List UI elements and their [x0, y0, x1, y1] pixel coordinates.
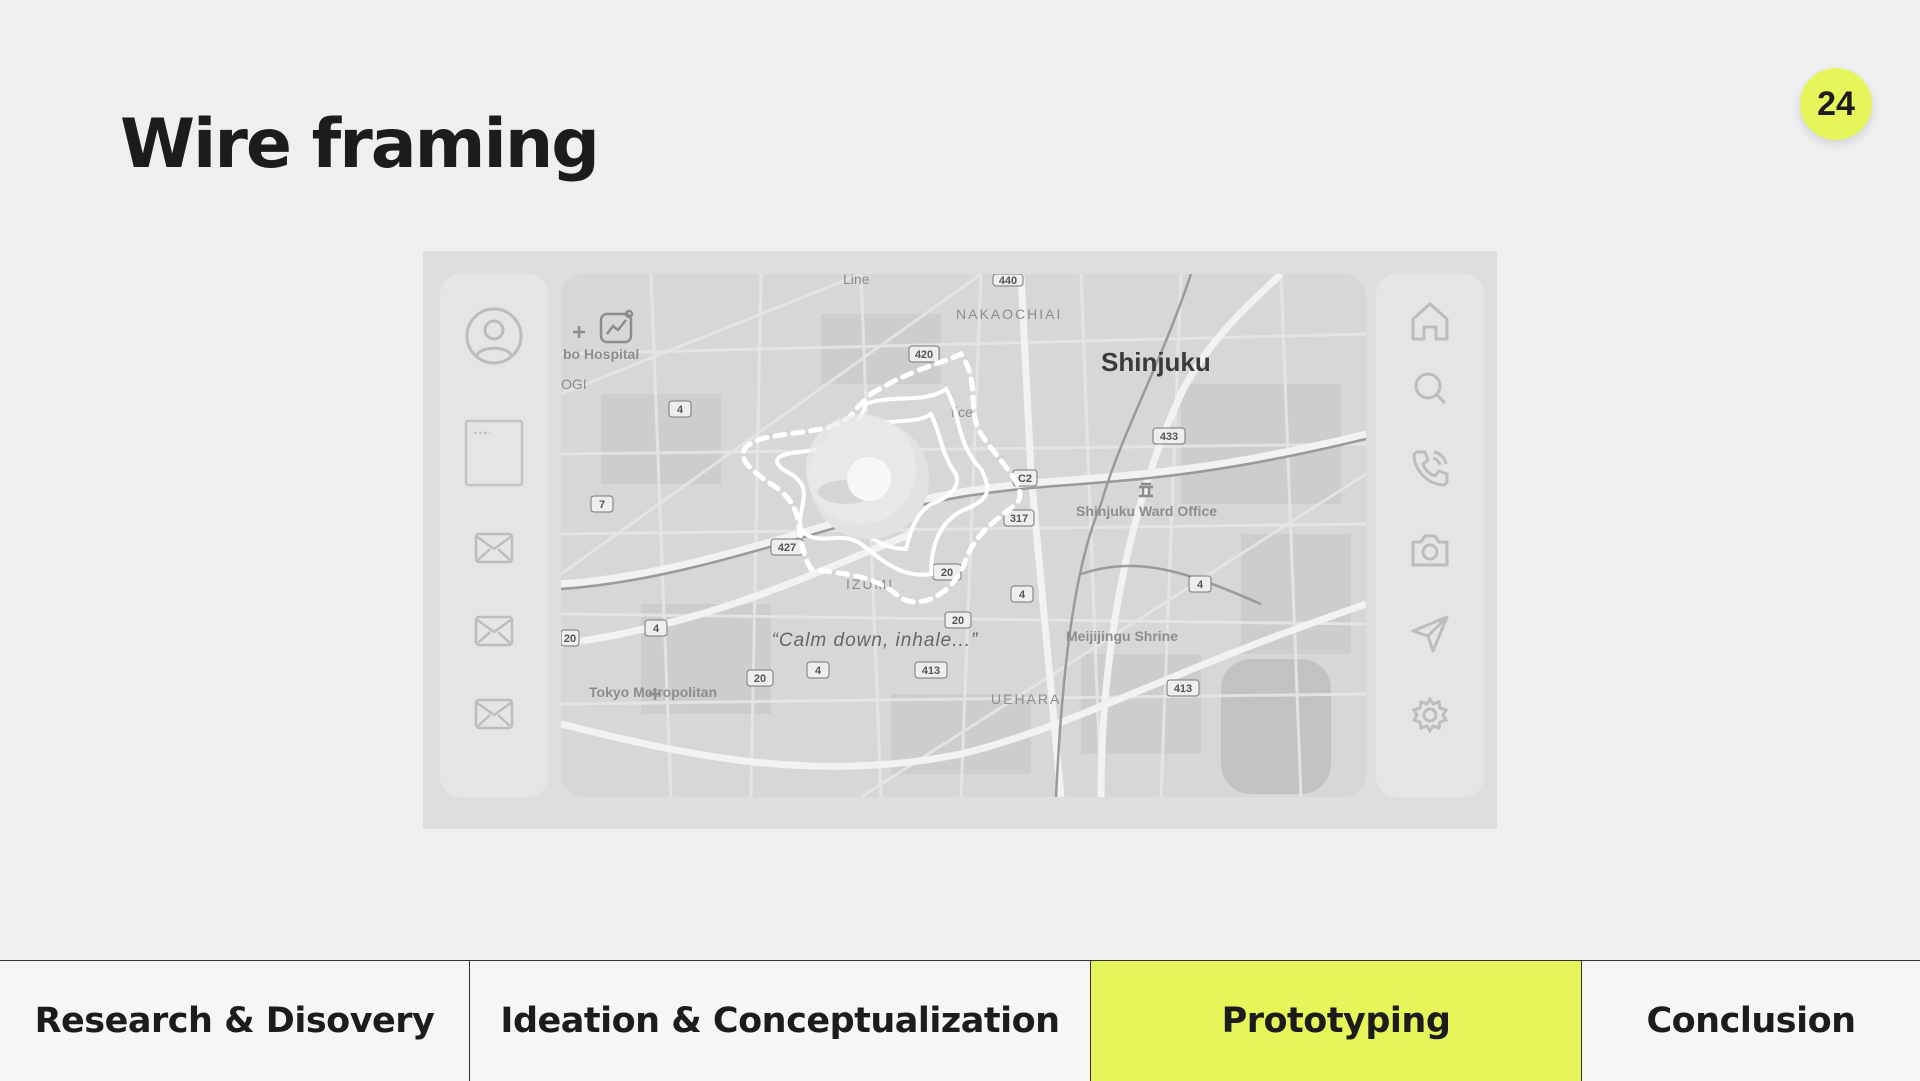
left-sidebar: [440, 274, 548, 797]
svg-text:317: 317: [1010, 513, 1028, 525]
card-icon[interactable]: [440, 419, 548, 487]
page-number-badge: 24: [1800, 68, 1872, 140]
map-label: bo Hospital: [563, 346, 639, 362]
svg-text:7: 7: [599, 499, 605, 511]
svg-text:440: 440: [999, 275, 1017, 287]
svg-text:4: 4: [653, 623, 660, 635]
svg-text:20: 20: [941, 567, 953, 579]
map-label: Tokyo Metropolitan: [589, 684, 717, 700]
map-view[interactable]: Line NAKAOCHIAI bo Hospital OGI fice Shi…: [561, 274, 1366, 797]
svg-text:413: 413: [1174, 683, 1192, 695]
camera-icon[interactable]: [1376, 532, 1484, 568]
mail-icon[interactable]: [440, 615, 548, 647]
search-icon[interactable]: [1376, 370, 1484, 406]
svg-text:4: 4: [1019, 589, 1026, 601]
breathing-caption: “Calm down, inhale...”: [772, 630, 979, 651]
map-label: Line: [843, 274, 870, 287]
map-label: UEHARA: [991, 691, 1061, 707]
park-area: [1221, 659, 1331, 794]
right-sidebar: [1376, 274, 1484, 797]
district-label: Shinjuku: [1101, 347, 1211, 377]
wireframe-mockup: Line NAKAOCHIAI bo Hospital OGI fice Shi…: [423, 251, 1497, 829]
user-icon[interactable]: [440, 306, 548, 366]
svg-text:C2: C2: [1018, 473, 1032, 485]
svg-text:427: 427: [778, 542, 796, 554]
phone-icon[interactable]: [1376, 448, 1484, 488]
svg-text:433: 433: [1160, 431, 1178, 443]
map-label: OGI: [561, 376, 587, 392]
section-tab-bar: Research & Disovery Ideation & Conceptua…: [0, 960, 1920, 1081]
svg-text:4: 4: [815, 665, 822, 677]
gear-icon[interactable]: [1376, 696, 1484, 734]
svg-text:413: 413: [922, 665, 940, 677]
svg-text:20: 20: [754, 673, 766, 685]
svg-text:20: 20: [564, 633, 576, 645]
svg-text:420: 420: [915, 349, 933, 361]
slide-title: Wire framing: [120, 105, 600, 184]
svg-text:4: 4: [677, 404, 684, 416]
mail-icon[interactable]: [440, 532, 548, 564]
map-label: Meijijingu Shrine: [1066, 628, 1178, 644]
tab-ideation[interactable]: Ideation & Conceptualization: [469, 961, 1090, 1081]
home-icon[interactable]: [1376, 299, 1484, 343]
map-label: Shinjuku Ward Office: [1076, 503, 1217, 519]
tab-prototyping[interactable]: Prototyping: [1090, 961, 1581, 1081]
tab-research[interactable]: Research & Disovery: [0, 961, 469, 1081]
svg-text:4: 4: [1197, 579, 1204, 591]
tab-conclusion[interactable]: Conclusion: [1581, 961, 1920, 1081]
mail-icon[interactable]: [440, 698, 548, 730]
send-icon[interactable]: [1376, 614, 1484, 654]
map-label: NAKAOCHIAI: [956, 306, 1062, 322]
svg-text:20: 20: [952, 615, 964, 627]
